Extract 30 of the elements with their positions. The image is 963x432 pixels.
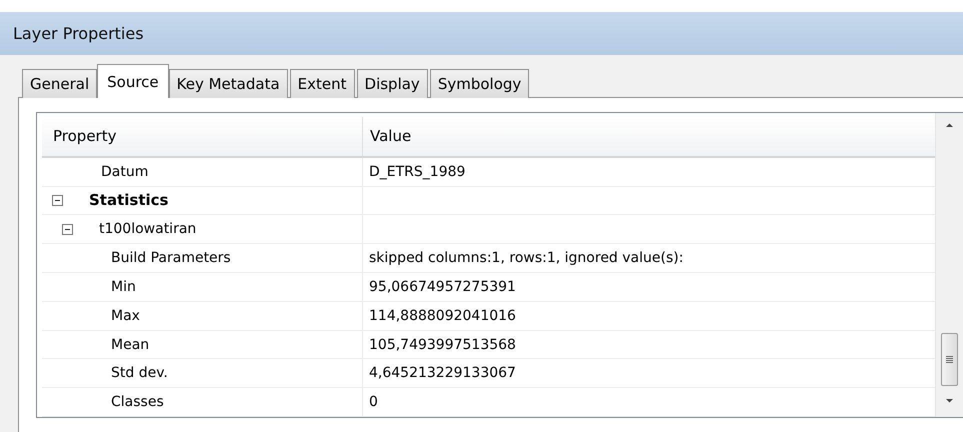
property-value: D_ETRS_1989 [369,164,466,180]
grip-icon [946,356,953,363]
tab[interactable]: Key Metadata [168,69,288,98]
property-name: Std dev. [111,365,168,382]
tab[interactable]: Display [356,69,428,98]
tab[interactable]: Symbology [430,69,530,98]
scrollbar[interactable] [935,113,963,417]
property-name: Min [111,278,136,295]
tab[interactable]: Extent [290,69,355,98]
column-header[interactable]: Value [363,117,935,156]
property-value: 0 [369,394,378,410]
property-value: 105,7493997513568 [369,336,516,353]
property-value: 114,8888092041016 [369,308,516,324]
property-value: 95,06674957275391 [369,278,516,295]
property-name: Build Parameters [111,250,231,266]
property-name: Classes [111,394,164,410]
collapse-icon[interactable] [62,224,73,235]
collapse-icon[interactable] [52,194,63,206]
scroll-thumb[interactable] [941,333,958,386]
property-name: Max [111,308,140,324]
property-name: Statistics [89,191,168,210]
tab[interactable]: General [22,69,98,98]
property-value: 4,645213229133067 [369,365,516,382]
property-name: t100lowatiran [99,221,196,238]
window-title: Layer Properties [0,12,963,55]
column-header[interactable]: Property [42,117,363,156]
property-name: Mean [111,336,150,353]
property-name: Datum [101,164,148,180]
property-value: skipped columns:1, rows:1, ignored value(s): [369,250,684,266]
tab[interactable]: Source [97,64,169,98]
